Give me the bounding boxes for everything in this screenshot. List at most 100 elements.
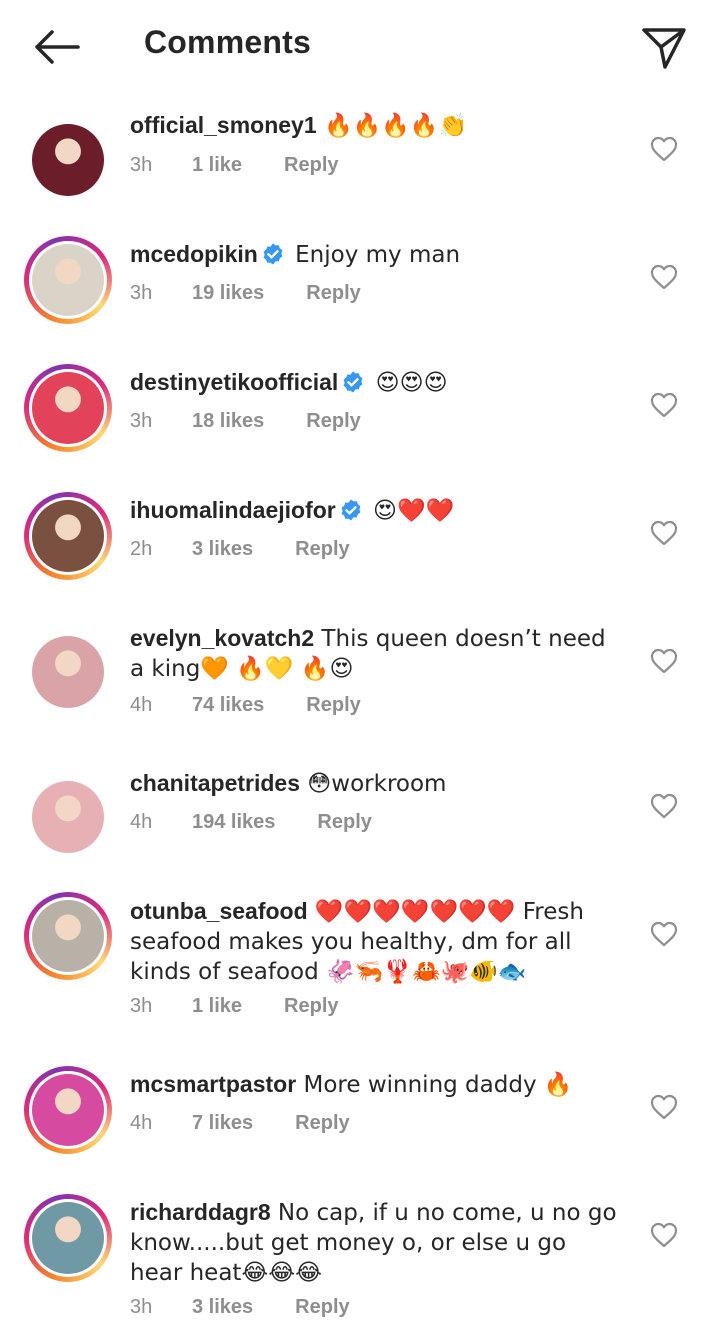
comment-meta: 3h 19 likes Reply <box>130 282 361 305</box>
comment-likes-count[interactable]: 3 likes <box>192 1296 253 1319</box>
comment-timestamp: 3h <box>130 995 153 1017</box>
avatar-image <box>32 244 104 316</box>
comment-meta: 2h 3 likes Reply <box>130 538 350 561</box>
heart-outline-icon[interactable] <box>650 1094 678 1120</box>
avatar-image <box>32 124 104 196</box>
avatar-image <box>32 1074 104 1146</box>
comment-username[interactable]: ihuomalindaejiofor <box>130 497 336 523</box>
comment-text: chanitapetrides 😳workroom <box>130 769 620 799</box>
comment-body: 😍❤️❤️ <box>365 498 455 524</box>
heart-outline-icon[interactable] <box>650 264 678 290</box>
comment-username[interactable]: otunba_seafood <box>130 898 308 924</box>
comment-timestamp: 3h <box>130 410 153 432</box>
comment-timestamp: 4h <box>130 811 153 833</box>
comment-text: official_smoney1 🔥🔥🔥🔥👏 <box>130 111 620 141</box>
reply-button[interactable]: Reply <box>306 282 360 305</box>
verified-badge-icon <box>341 370 365 394</box>
avatar-story-ring[interactable] <box>24 1066 112 1154</box>
heart-outline-icon[interactable] <box>650 921 678 947</box>
comment-meta: 4h 7 likes Reply <box>130 1112 350 1135</box>
comment-text: ihuomalindaejiofor 😍❤️❤️ <box>130 496 620 526</box>
comment-username[interactable]: official_smoney1 <box>130 112 317 138</box>
comment-likes-count[interactable]: 7 likes <box>192 1112 253 1135</box>
comment-timestamp: 4h <box>130 694 153 716</box>
comment-meta: 3h 1 like Reply <box>130 995 339 1018</box>
avatar-ring-gap <box>29 369 107 447</box>
heart-outline-icon[interactable] <box>650 793 678 819</box>
comment-body: 😍😍😍 <box>368 370 448 396</box>
comment-timestamp: 2h <box>130 538 153 560</box>
comment-likes-count[interactable]: 74 likes <box>192 694 264 717</box>
comment-body: 😳workroom <box>300 771 447 797</box>
comment-timestamp: 3h <box>130 282 153 304</box>
comment-username[interactable]: destinyetikoofficial <box>130 369 338 395</box>
comment-text: destinyetikoofficial 😍😍😍 <box>130 368 620 398</box>
reply-button[interactable]: Reply <box>317 811 371 834</box>
avatar[interactable] <box>24 628 112 716</box>
avatar-image <box>32 372 104 444</box>
comment-timestamp: 3h <box>130 1296 153 1318</box>
comment-meta: 4h 74 likes Reply <box>130 694 361 717</box>
send-button[interactable] <box>638 22 690 74</box>
comment-likes-count[interactable]: 3 likes <box>192 538 253 561</box>
comment-likes-count[interactable]: 1 like <box>192 154 242 177</box>
reply-button[interactable]: Reply <box>306 410 360 433</box>
heart-outline-icon[interactable] <box>650 648 678 674</box>
comment-body: More winning daddy 🔥 <box>296 1072 573 1098</box>
reply-button[interactable]: Reply <box>295 538 349 561</box>
comment-likes-count[interactable]: 194 likes <box>192 811 275 834</box>
comment-username[interactable]: mcedopikin <box>130 241 258 267</box>
comment-likes-count[interactable]: 18 likes <box>192 410 264 433</box>
send-paper-plane-icon <box>642 28 686 69</box>
avatar-ring-gap <box>29 1199 107 1277</box>
comment-body: 🔥🔥🔥🔥👏 <box>316 113 468 139</box>
avatar-story-ring[interactable] <box>24 1194 112 1282</box>
comment-text: otunba_seafood ❤️❤️❤️❤️❤️❤️❤️ Fresh seaf… <box>130 897 620 987</box>
heart-outline-icon[interactable] <box>650 392 678 418</box>
avatar[interactable] <box>24 116 112 204</box>
comment-text: richarddagr8 No cap, if u no come, u no … <box>130 1198 620 1288</box>
comment-meta: 3h 1 like Reply <box>130 154 339 177</box>
comment-username[interactable]: chanitapetrides <box>130 770 300 796</box>
comment-meta: 3h 18 likes Reply <box>130 410 361 433</box>
reply-button[interactable]: Reply <box>284 995 338 1018</box>
comment-timestamp: 4h <box>130 1112 153 1134</box>
avatar-ring-gap <box>29 241 107 319</box>
back-button[interactable] <box>26 22 86 72</box>
verified-badge-icon <box>339 498 363 522</box>
top-bar: Comments <box>0 0 720 92</box>
comment-text: evelyn_kovatch2 This queen doesn’t need … <box>130 624 620 684</box>
reply-button[interactable]: Reply <box>295 1112 349 1135</box>
avatar-image <box>32 900 104 972</box>
page-title: Comments <box>144 24 311 60</box>
comment-timestamp: 3h <box>130 154 153 176</box>
avatar-image <box>32 1202 104 1274</box>
comment-likes-count[interactable]: 19 likes <box>192 282 264 305</box>
avatar[interactable] <box>24 773 112 861</box>
avatar-story-ring[interactable] <box>24 236 112 324</box>
avatar-ring-gap <box>29 897 107 975</box>
heart-outline-icon[interactable] <box>650 1222 678 1248</box>
reply-button[interactable]: Reply <box>284 154 338 177</box>
comment-text: mcsmartpastor More winning daddy 🔥 <box>130 1070 620 1100</box>
avatar-image <box>32 500 104 572</box>
comment-username[interactable]: mcsmartpastor <box>130 1071 296 1097</box>
comment-username[interactable]: evelyn_kovatch2 <box>130 625 314 651</box>
comment-meta: 3h 3 likes Reply <box>130 1296 350 1319</box>
verified-badge-icon <box>261 242 285 266</box>
reply-button[interactable]: Reply <box>295 1296 349 1319</box>
heart-outline-icon[interactable] <box>650 520 678 546</box>
arrow-left-icon <box>35 30 80 64</box>
comment-username[interactable]: richarddagr8 <box>130 1199 271 1225</box>
comment-text: mcedopikin Enjoy my man <box>130 240 620 270</box>
comment-meta: 4h 194 likes Reply <box>130 811 372 834</box>
avatar-ring-gap <box>29 1071 107 1149</box>
avatar-story-ring[interactable] <box>24 892 112 980</box>
avatar-story-ring[interactable] <box>24 364 112 452</box>
avatar-story-ring[interactable] <box>24 492 112 580</box>
heart-outline-icon[interactable] <box>650 136 678 162</box>
comment-likes-count[interactable]: 1 like <box>192 995 242 1018</box>
avatar-image <box>32 636 104 708</box>
reply-button[interactable]: Reply <box>306 694 360 717</box>
comment-body: Enjoy my man <box>287 242 461 268</box>
